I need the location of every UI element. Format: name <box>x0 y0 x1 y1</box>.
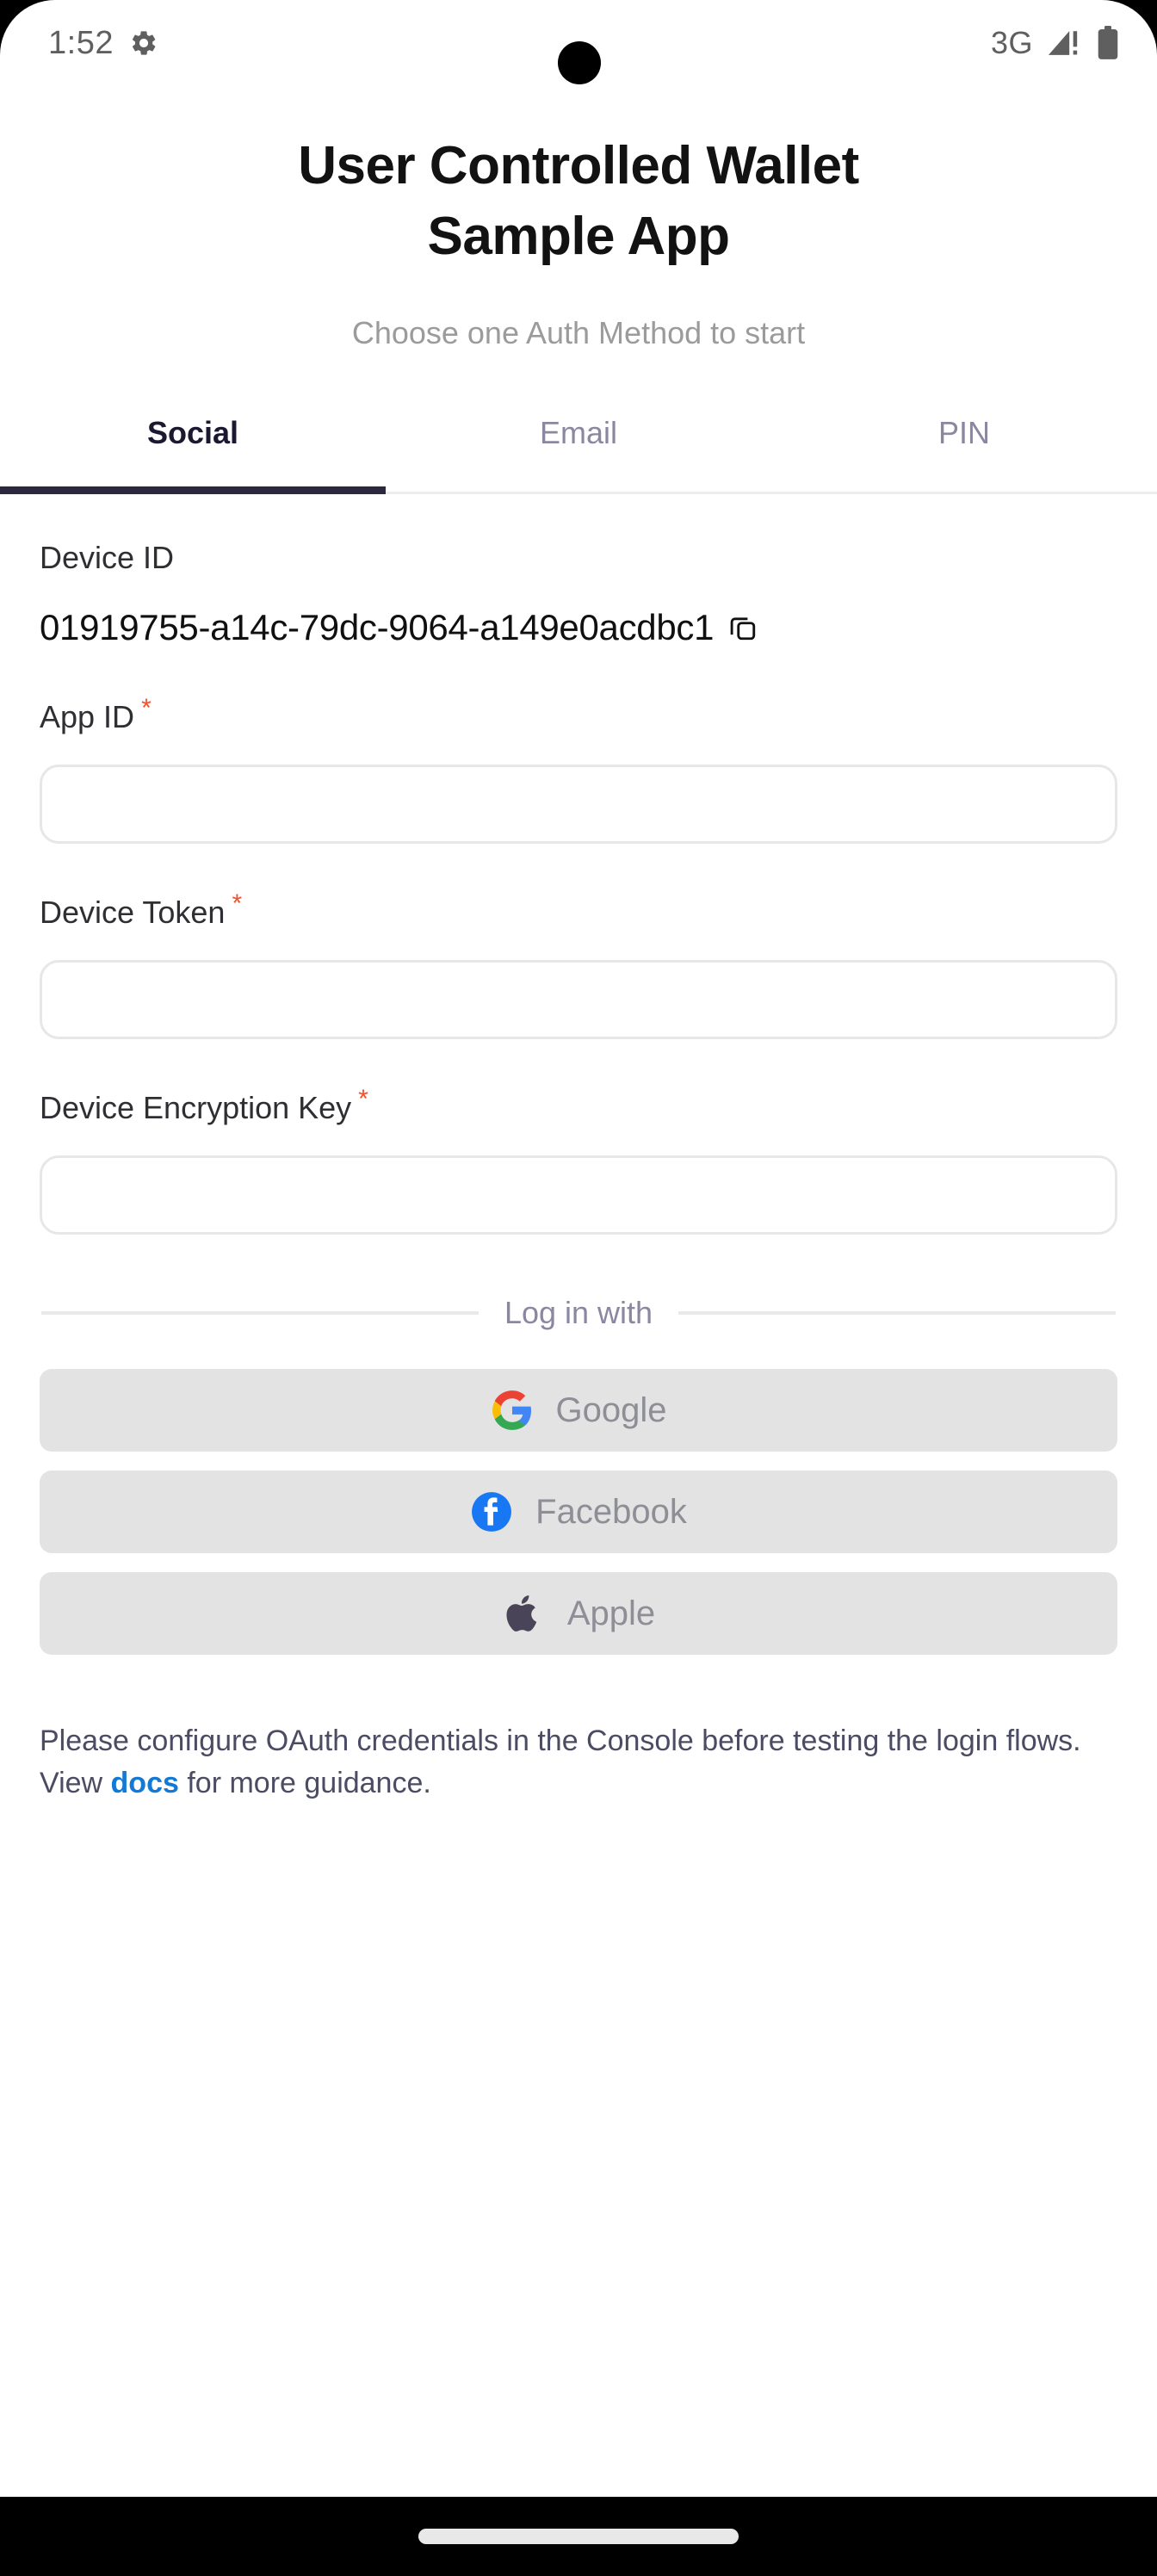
facebook-icon <box>470 1490 513 1533</box>
device-token-label-text: Device Token <box>40 895 226 931</box>
note-text-after: for more guidance. <box>178 1766 431 1799</box>
device-token-input[interactable] <box>40 960 1117 1040</box>
app-id-label: App ID * <box>40 693 1117 735</box>
google-login-label: Google <box>555 1390 667 1429</box>
battery-icon <box>1097 26 1119 60</box>
device-encryption-key-label: Device Encryption Key * <box>40 1084 1117 1126</box>
apple-login-button[interactable]: Apple <box>40 1572 1117 1656</box>
status-time: 1:52 <box>48 24 114 61</box>
required-asterisk: * <box>141 693 152 722</box>
signal-warning-icon <box>1047 27 1083 59</box>
camera-punch-hole <box>558 41 601 84</box>
facebook-login-label: Facebook <box>535 1492 687 1531</box>
active-tab-indicator <box>0 486 386 494</box>
copy-icon[interactable] <box>727 612 758 643</box>
required-asterisk: * <box>358 1085 368 1114</box>
social-login-buttons: Google Facebook Apple <box>40 1369 1117 1656</box>
page-title: User Controlled Wallet Sample App <box>52 131 1105 272</box>
divider-line-left <box>41 1311 479 1316</box>
divider-label: Log in with <box>504 1295 653 1331</box>
google-icon <box>491 1389 534 1432</box>
status-bar-left: 1:52 <box>48 25 158 62</box>
phone-frame: 1:52 3G User Controlled Wallet Sample Ap… <box>0 0 1157 2576</box>
apple-login-label: Apple <box>566 1594 656 1632</box>
page-title-line-1: User Controlled Wallet <box>298 136 859 195</box>
page-subtitle: Choose one Auth Method to start <box>351 314 806 350</box>
app-id-label-text: App ID <box>40 698 135 734</box>
facebook-login-button[interactable]: Facebook <box>40 1471 1117 1554</box>
page-title-line-2: Sample App <box>427 206 731 266</box>
device-id-value: 01919755-a14c-79dc-9064-a149e0acdbc1 <box>40 606 715 647</box>
tab-pin[interactable]: PIN <box>771 405 1157 492</box>
header-block: User Controlled Wallet Sample App Choose… <box>0 86 1157 351</box>
app-content: User Controlled Wallet Sample App Choose… <box>0 86 1157 2497</box>
tab-email[interactable]: Email <box>386 405 771 492</box>
apple-icon <box>502 1592 545 1635</box>
phone-screen: 1:52 3G User Controlled Wallet Sample Ap… <box>0 0 1157 2497</box>
social-auth-form: Device ID 01919755-a14c-79dc-9064-a149e0… <box>0 539 1157 1804</box>
oauth-config-note: Please configure OAuth credentials in th… <box>40 1720 1117 1804</box>
gesture-home-pill[interactable] <box>418 2529 739 2544</box>
network-type-label: 3G <box>990 25 1033 60</box>
tab-social[interactable]: Social <box>0 405 386 492</box>
gear-icon <box>129 28 158 58</box>
device-encryption-key-input[interactable] <box>40 1155 1117 1235</box>
device-token-label: Device Token * <box>40 889 1117 931</box>
status-bar-right: 3G <box>991 25 1119 61</box>
device-id-label: Device ID <box>40 539 175 575</box>
auth-method-tabs: Social Email PIN <box>0 405 1157 494</box>
login-with-divider: Log in with <box>40 1295 1117 1331</box>
google-login-button[interactable]: Google <box>40 1369 1117 1452</box>
divider-line-right <box>678 1311 1117 1316</box>
system-navigation-bar <box>0 2497 1157 2576</box>
required-asterisk: * <box>232 889 243 919</box>
docs-link[interactable]: docs <box>111 1767 179 1799</box>
device-id-row: 01919755-a14c-79dc-9064-a149e0acdbc1 <box>40 607 1117 648</box>
app-id-input[interactable] <box>40 765 1117 845</box>
device-encryption-key-label-text: Device Encryption Key <box>40 1090 352 1126</box>
